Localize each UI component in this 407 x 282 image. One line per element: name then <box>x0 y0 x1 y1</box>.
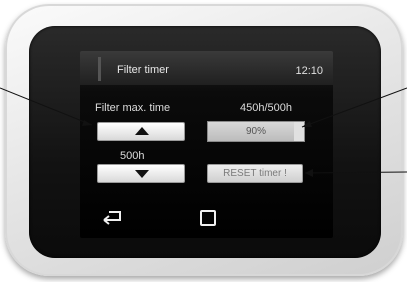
callout-arrowhead-left <box>82 120 92 126</box>
callout-line-left <box>0 87 93 126</box>
callout-line-reset <box>304 171 407 174</box>
callout-arrowhead-reset <box>305 169 313 177</box>
callout-lines <box>0 87 407 177</box>
callout-line-progress <box>301 87 407 128</box>
callout-arrowhead-progress <box>302 121 312 127</box>
